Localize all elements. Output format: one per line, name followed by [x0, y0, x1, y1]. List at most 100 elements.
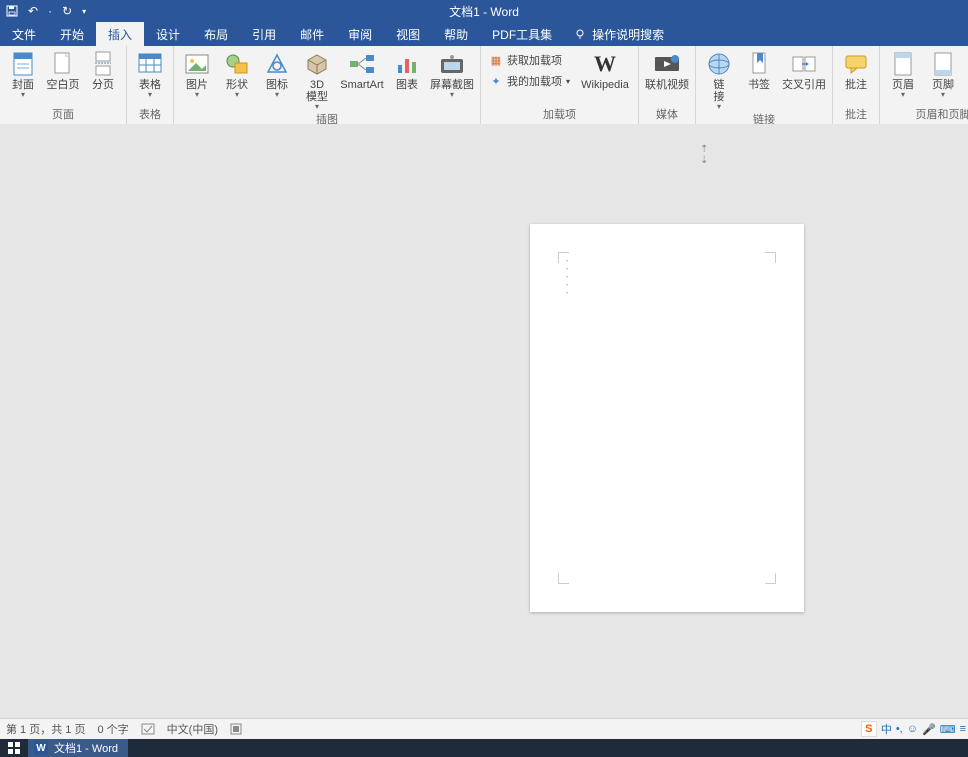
screenshot-button[interactable]: 屏幕截图 ▾: [428, 48, 476, 99]
tab-help[interactable]: 帮助: [432, 22, 480, 46]
page-number-button[interactable]: # 页码 ▾: [964, 48, 968, 99]
customize-qat-icon[interactable]: ▾: [82, 7, 86, 16]
redo-icon[interactable]: ↻: [62, 4, 72, 18]
status-word-count[interactable]: 0 个字: [97, 721, 128, 737]
tell-me-search[interactable]: 操作说明搜索: [564, 22, 664, 46]
ime-keyboard-icon[interactable]: ⌨: [940, 723, 956, 736]
undo-icon[interactable]: ↶: [28, 4, 38, 18]
wikipedia-icon: W: [591, 50, 619, 78]
taskbar: W 文档1 - Word: [0, 739, 968, 757]
cross-reference-button[interactable]: 交叉引用: [780, 48, 828, 91]
tab-references[interactable]: 引用: [240, 22, 288, 46]
link-button[interactable]: 链接 ▾: [700, 48, 738, 111]
status-page[interactable]: 第 1 页，共 1 页: [6, 721, 85, 737]
my-addins-button[interactable]: ✦ 我的加载项 ▾: [485, 71, 574, 91]
status-bar: 第 1 页，共 1 页 0 个字 中文(中国): [0, 718, 968, 739]
title-bar: ↶ · ↻ ▾ 文档1 - Word: [0, 0, 968, 22]
spellcheck-icon[interactable]: [141, 723, 155, 735]
blank-page-icon: [49, 50, 77, 78]
document-page[interactable]: •••••: [530, 224, 804, 612]
margin-marker: [765, 252, 776, 263]
icons-icon: [263, 50, 291, 78]
tab-layout[interactable]: 布局: [192, 22, 240, 46]
ime-language[interactable]: 中: [881, 721, 892, 737]
group-label: 链接: [700, 111, 828, 125]
cover-page-button[interactable]: 封面 ▾: [4, 48, 42, 99]
group-links: 链接 ▾ 书签 交叉引用 链接: [696, 46, 833, 124]
margin-marker: [765, 573, 776, 584]
save-icon[interactable]: [6, 5, 18, 17]
tab-insert[interactable]: 插入: [96, 22, 144, 46]
status-language[interactable]: 中文(中国): [167, 721, 218, 737]
group-media: 联机视频 媒体: [639, 46, 696, 124]
group-label: 页面: [4, 106, 122, 124]
tab-review[interactable]: 审阅: [336, 22, 384, 46]
icons-button[interactable]: 图标 ▾: [258, 48, 296, 99]
ime-mic-icon[interactable]: 🎤: [922, 723, 936, 736]
cube-icon: [303, 50, 331, 78]
shapes-button[interactable]: 形状 ▾: [218, 48, 256, 99]
group-illustrations: 图片 ▾ 形状 ▾ 图标 ▾ 3D模型: [174, 46, 481, 124]
group-label: 批注: [837, 106, 875, 124]
taskbar-item-label: 文档1 - Word: [54, 740, 118, 756]
page-break-button[interactable]: 分页: [84, 48, 122, 91]
group-addins: ▦ 获取加载项 ✦ 我的加载项 ▾ W Wikipedia 加载项: [481, 46, 639, 124]
lightbulb-icon: [574, 28, 586, 40]
header-button[interactable]: 页眉 ▾: [884, 48, 922, 99]
group-label: 媒体: [643, 106, 691, 124]
ime-menu-icon[interactable]: ≡: [960, 723, 966, 735]
group-comments: 批注 批注: [833, 46, 880, 124]
chevron-down-icon: ▾: [566, 77, 570, 86]
document-canvas[interactable]: ⇡⇣ •••••: [0, 124, 968, 719]
ime-punct-icon[interactable]: •,: [896, 723, 903, 735]
ime-emoji-icon[interactable]: ☺: [907, 723, 918, 735]
qat-sep-icon: ·: [48, 4, 52, 18]
chevron-down-icon: ▾: [148, 91, 152, 99]
tab-home[interactable]: 开始: [48, 22, 96, 46]
chart-button[interactable]: 图表: [388, 48, 426, 91]
start-button[interactable]: [0, 739, 28, 757]
bookmark-button[interactable]: 书签: [740, 48, 778, 91]
section-collapse-icon[interactable]: ⇡⇣: [700, 144, 708, 166]
group-label: 插图: [178, 111, 476, 125]
chevron-down-icon: ▾: [195, 91, 199, 99]
pictures-button[interactable]: 图片 ▾: [178, 48, 216, 99]
group-header-footer: 页眉 ▾ 页脚 ▾ # 页码 ▾ 页眉和页脚: [880, 46, 968, 124]
get-addins-button[interactable]: ▦ 获取加载项: [485, 50, 574, 70]
quick-access-toolbar: ↶ · ↻ ▾: [0, 4, 86, 18]
screenshot-icon: [438, 50, 466, 78]
link-icon: [705, 50, 733, 78]
wikipedia-button[interactable]: W Wikipedia: [576, 48, 634, 91]
tab-file[interactable]: 文件: [0, 22, 48, 46]
chevron-down-icon: ▾: [21, 91, 25, 99]
group-pages: 封面 ▾ 空白页 分页 页面: [0, 46, 127, 124]
chevron-down-icon: ▾: [450, 91, 454, 99]
blank-page-button[interactable]: 空白页: [44, 48, 82, 91]
table-icon: [136, 50, 164, 78]
online-video-button[interactable]: 联机视频: [643, 48, 691, 91]
store-icon: ▦: [489, 54, 503, 67]
footer-button[interactable]: 页脚 ▾: [924, 48, 962, 99]
window-title: 文档1 - Word: [0, 3, 968, 20]
page-break-icon: [89, 50, 117, 78]
chevron-down-icon: ▾: [901, 91, 905, 99]
table-button[interactable]: 表格 ▾: [131, 48, 169, 99]
group-label: 加载项: [485, 106, 634, 124]
addin-icon: ✦: [489, 75, 503, 88]
macro-icon[interactable]: [230, 723, 242, 735]
crossref-icon: [790, 50, 818, 78]
chevron-down-icon: ▾: [275, 91, 279, 99]
3d-models-button[interactable]: 3D模型 ▾: [298, 48, 336, 111]
tab-pdf-tools[interactable]: PDF工具集: [480, 22, 564, 46]
tab-mailings[interactable]: 邮件: [288, 22, 336, 46]
ime-logo-icon[interactable]: S: [861, 721, 877, 737]
taskbar-item-word[interactable]: W 文档1 - Word: [28, 739, 128, 757]
bookmark-icon: [745, 50, 773, 78]
tab-view[interactable]: 视图: [384, 22, 432, 46]
ribbon: 封面 ▾ 空白页 分页 页面: [0, 46, 968, 125]
chart-icon: [393, 50, 421, 78]
word-icon: W: [34, 741, 48, 755]
tab-design[interactable]: 设计: [144, 22, 192, 46]
comment-button[interactable]: 批注: [837, 48, 875, 91]
smartart-button[interactable]: SmartArt: [338, 48, 386, 91]
